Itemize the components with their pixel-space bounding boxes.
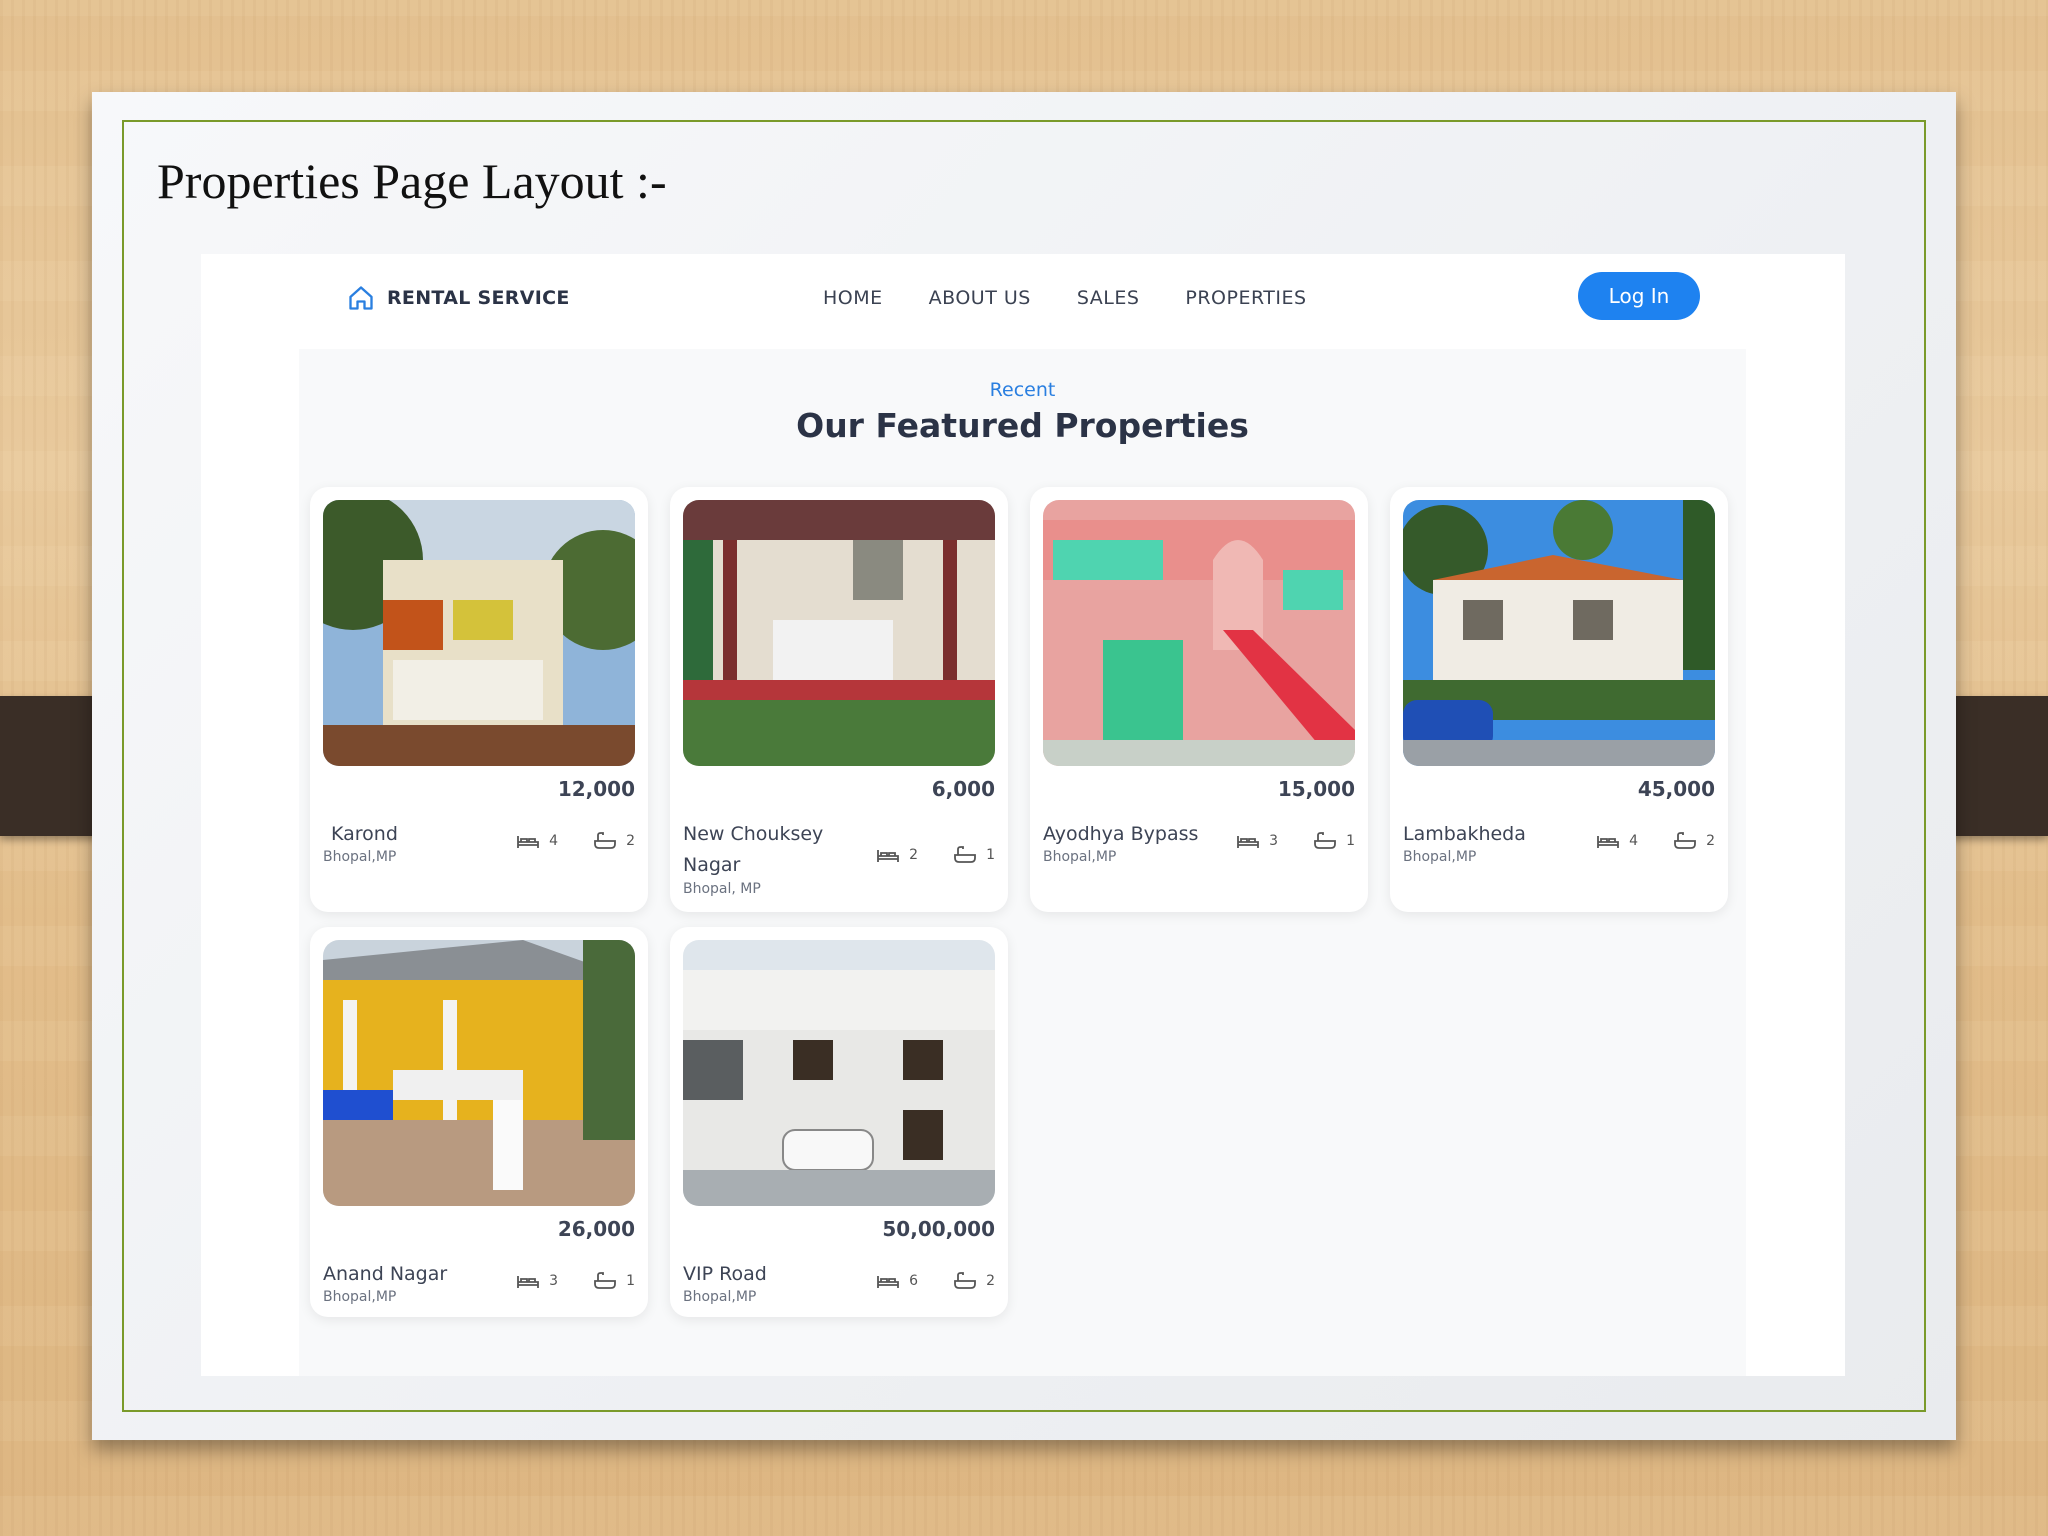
brand-name: RENTAL SERVICE [387, 287, 570, 309]
bed-icon [517, 1276, 540, 1288]
property-card-ayodhya-bypass[interactable]: 15,000 Ayodhya Bypass Bhopal,MP 3 1 [1030, 487, 1368, 912]
bed-count: 6 [909, 1273, 919, 1289]
property-location: Bhopal,MP [1043, 849, 1117, 865]
property-price: 15,000 [1277, 777, 1355, 801]
brand[interactable]: RENTAL SERVICE [347, 284, 570, 312]
bed-count: 4 [549, 833, 559, 849]
property-photo [323, 940, 635, 1206]
bed-icon [1237, 836, 1260, 848]
nav-home[interactable]: HOME [823, 287, 883, 309]
property-name: New Chouksey Nagar [683, 823, 824, 876]
bath-count: 1 [626, 1273, 635, 1289]
nav-sales[interactable]: SALES [1077, 287, 1140, 309]
property-card-anand-nagar[interactable]: 26,000 Anand Nagar Bhopal,MP 3 1 [310, 927, 648, 1317]
section-eyebrow: Recent [989, 379, 1056, 401]
property-location: Bhopal,MP [1403, 849, 1477, 865]
bath-count: 1 [986, 847, 995, 863]
property-name: Karond [331, 823, 398, 845]
property-price: 50,00,000 [882, 1217, 995, 1241]
property-photo [1403, 500, 1715, 766]
property-photo [683, 940, 995, 1206]
featured-section: Recent Our Featured Properties 12,000 Ka… [299, 349, 1746, 1376]
bed-icon [877, 1276, 900, 1288]
login-button[interactable]: Log In [1578, 272, 1700, 320]
property-name: Anand Nagar [323, 1263, 448, 1285]
property-card-new-chouksey-nagar[interactable]: 6,000 New Chouksey Nagar Bhopal, MP 2 1 [670, 487, 1008, 912]
property-amenities: 3 1 [1235, 831, 1355, 851]
property-amenities: 2 1 [875, 845, 995, 865]
property-photo [323, 500, 635, 766]
section-heading: Our Featured Properties [796, 406, 1249, 445]
bath-icon [1314, 832, 1336, 849]
bed-icon [877, 850, 900, 862]
property-photo [1043, 500, 1355, 766]
bath-icon [594, 832, 616, 849]
property-location: Bhopal,MP [683, 1289, 757, 1305]
bath-count: 2 [986, 1273, 995, 1289]
bath-count: 2 [1706, 833, 1715, 849]
bed-icon [517, 836, 540, 848]
nav-about-us[interactable]: ABOUT US [929, 287, 1031, 309]
property-amenities: 6 2 [875, 1271, 995, 1291]
property-name: VIP Road [683, 1263, 767, 1285]
property-name: Ayodhya Bypass [1043, 823, 1199, 845]
home-icon [349, 286, 373, 310]
property-price: 26,000 [557, 1217, 635, 1241]
bed-count: 2 [909, 847, 919, 863]
website-screenshot: RENTAL SERVICE HOME ABOUT US SALES PROPE… [201, 254, 1845, 1376]
bed-count: 3 [549, 1273, 559, 1289]
property-location: Bhopal, MP [683, 881, 761, 897]
property-price: 6,000 [931, 777, 995, 801]
bed-icon [1597, 836, 1620, 848]
bath-count: 1 [1346, 833, 1355, 849]
property-location: Bhopal,MP [323, 1289, 397, 1305]
property-card-vip-road[interactable]: 50,00,000 VIP Road Bhopal,MP 6 2 [670, 927, 1008, 1317]
bath-icon [594, 1272, 616, 1289]
bath-icon [954, 1272, 976, 1289]
property-amenities: 4 2 [1595, 831, 1715, 851]
bath-icon [954, 846, 976, 863]
bath-icon [1674, 832, 1696, 849]
property-card-karond[interactable]: 12,000 Karond Bhopal,MP 4 2 [310, 487, 648, 912]
property-amenities: 3 1 [515, 1271, 635, 1291]
nav-links: HOME ABOUT US SALES PROPERTIES [823, 287, 1307, 309]
property-photo [683, 500, 995, 766]
property-amenities: 4 2 [515, 831, 635, 851]
property-card-lambakheda[interactable]: 45,000 Lambakheda Bhopal,MP 4 2 [1390, 487, 1728, 912]
property-price: 45,000 [1637, 777, 1715, 801]
bed-count: 3 [1269, 833, 1279, 849]
slide-paper: Properties Page Layout :- RENTAL SERVICE… [92, 92, 1956, 1440]
slide-title: Properties Page Layout :- [157, 153, 667, 209]
bed-count: 4 [1629, 833, 1639, 849]
property-name: Lambakheda [1403, 823, 1526, 845]
bath-count: 2 [626, 833, 635, 849]
property-location: Bhopal,MP [323, 849, 397, 865]
nav-properties[interactable]: PROPERTIES [1185, 287, 1306, 309]
navbar: RENTAL SERVICE HOME ABOUT US SALES PROPE… [201, 254, 1845, 349]
property-price: 12,000 [557, 777, 635, 801]
